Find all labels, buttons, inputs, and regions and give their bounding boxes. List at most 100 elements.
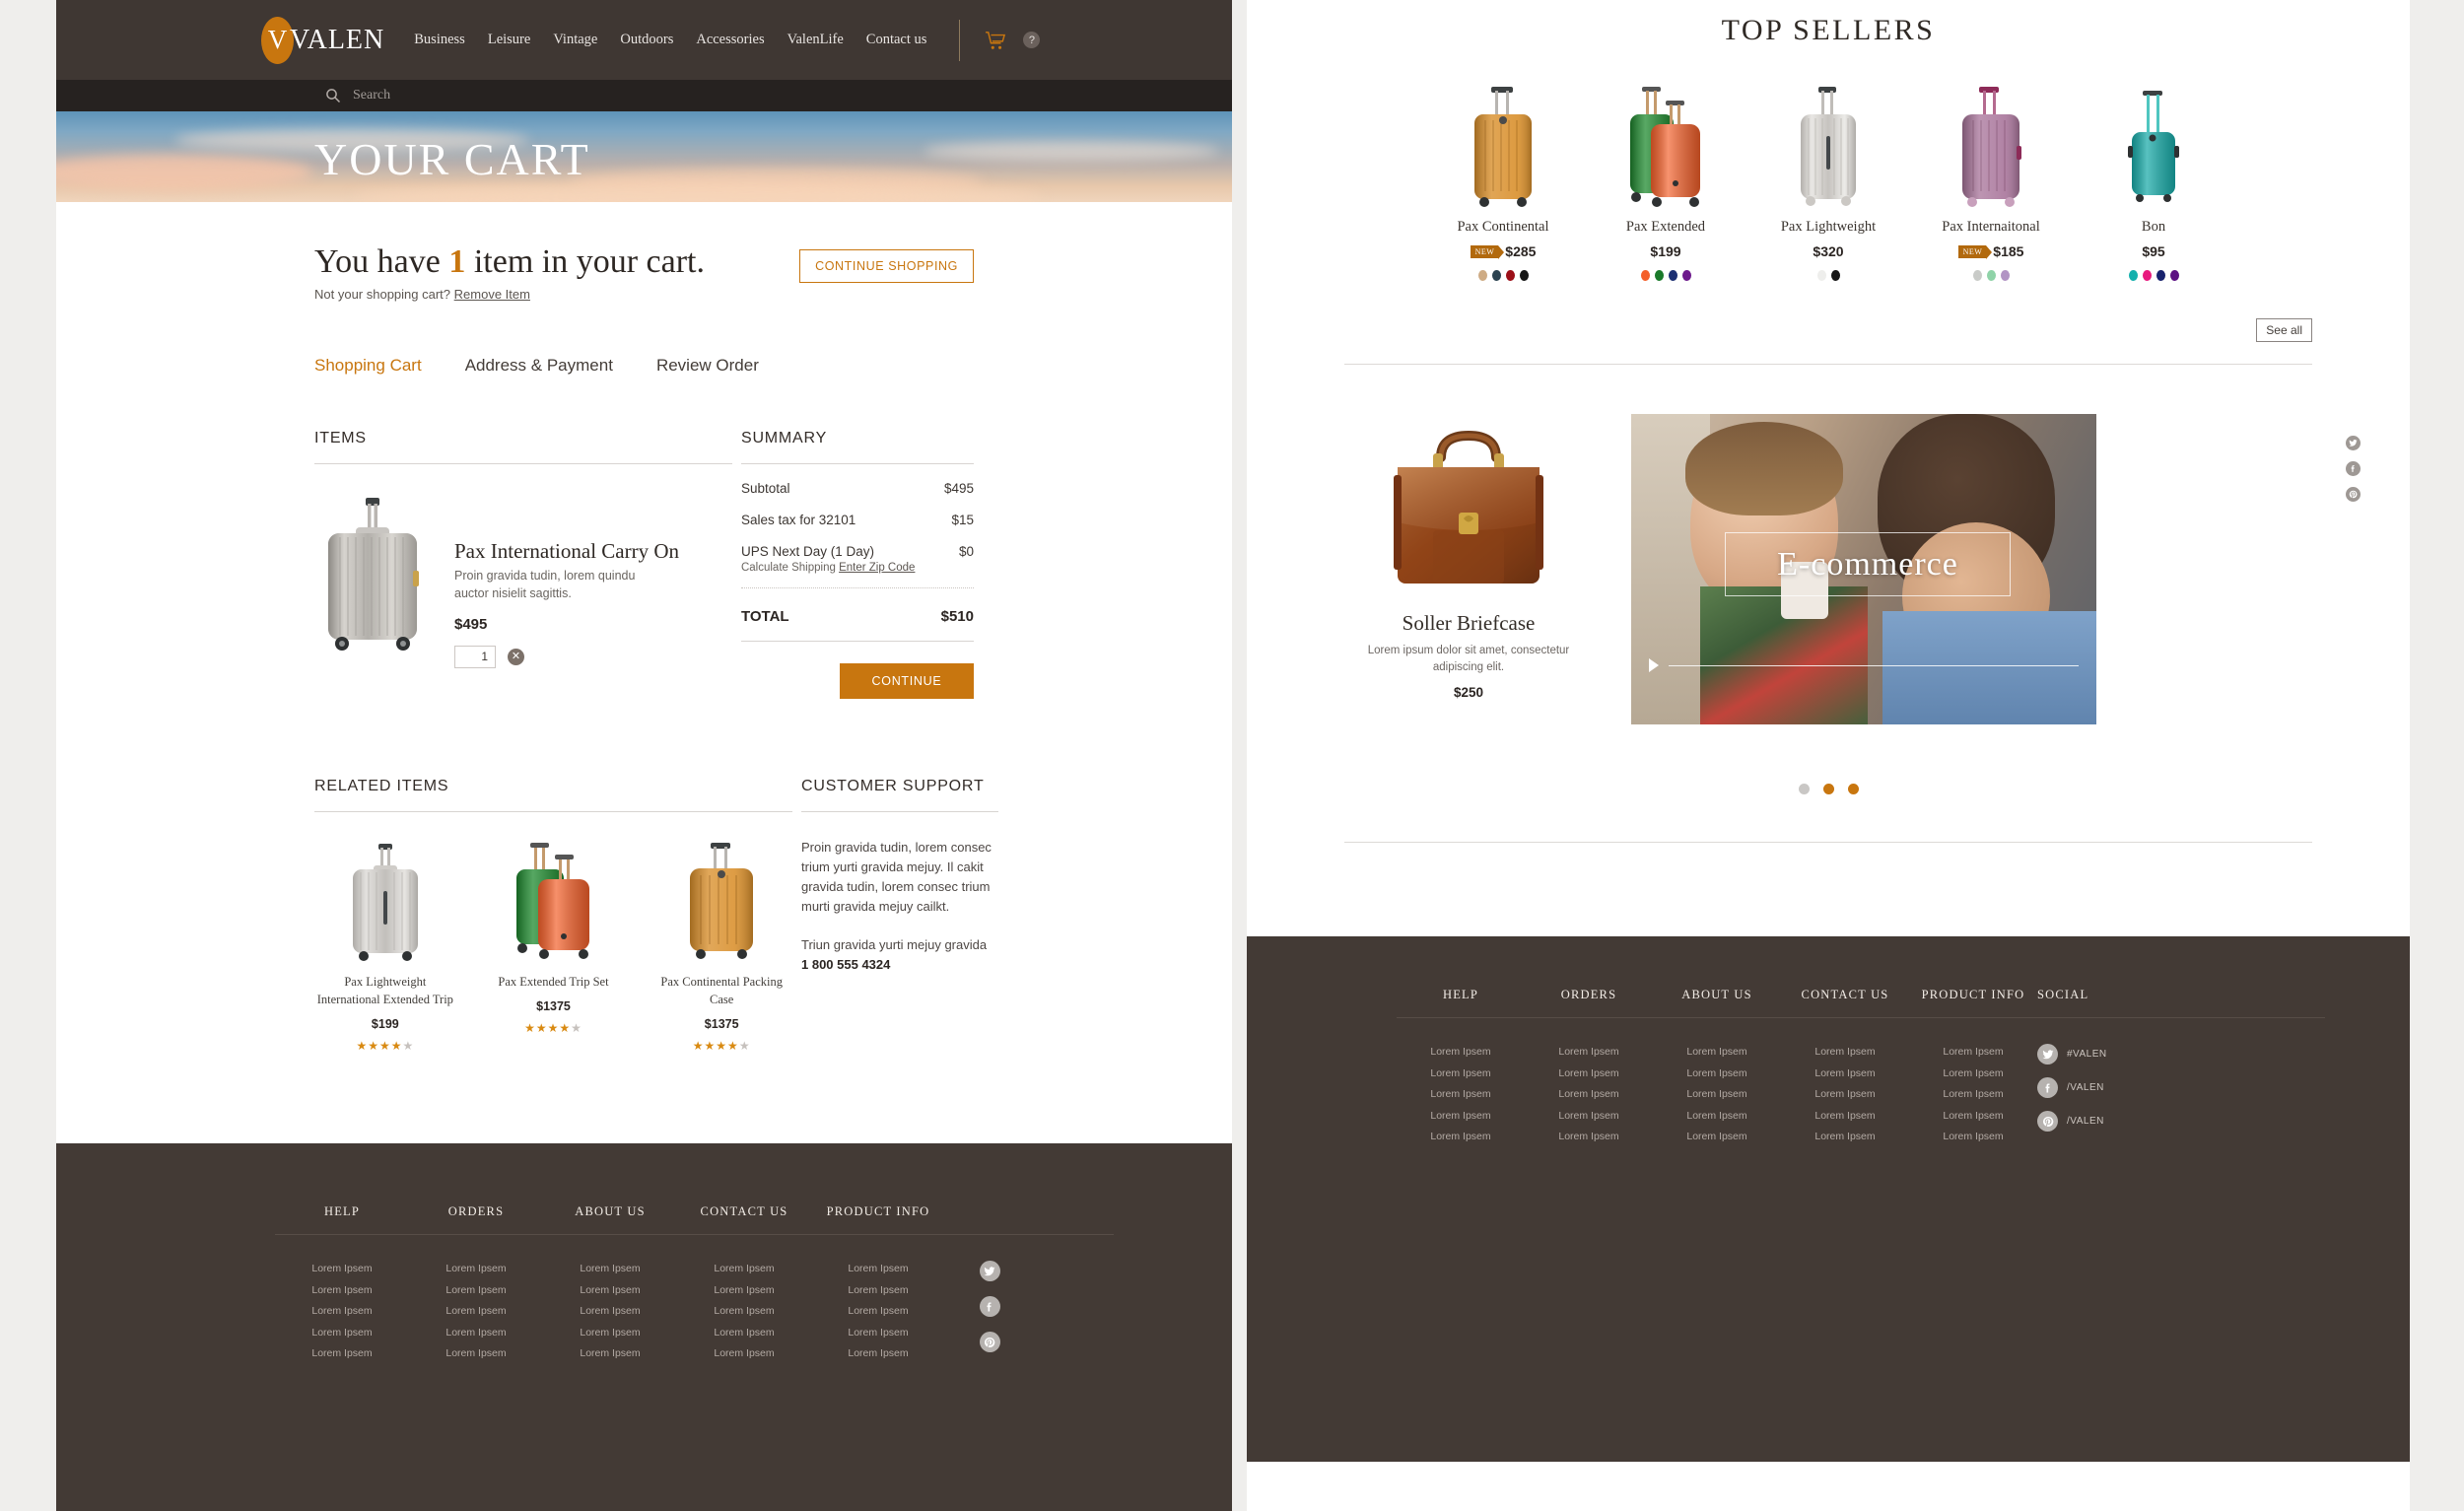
footer-link[interactable]: Lorem Ipsem — [409, 1263, 543, 1274]
remove-item-icon[interactable]: ✕ — [508, 648, 524, 665]
footer-link[interactable]: Lorem Ipsem — [1909, 1088, 2037, 1100]
color-swatch[interactable] — [1519, 270, 1529, 281]
enter-zip-code-link[interactable]: Enter Zip Code — [839, 562, 915, 574]
top-seller-card[interactable]: Bon $95 — [2073, 85, 2235, 281]
nav-item-business[interactable]: Business — [414, 32, 465, 48]
footer-link[interactable]: Lorem Ipsem — [1781, 1046, 1909, 1058]
pinterest-icon[interactable] — [979, 1332, 1000, 1353]
footer-link[interactable]: Lorem Ipsem — [1909, 1110, 2037, 1122]
related-item-card[interactable]: Pax Continental Packing Case $1375 ★★★★★ — [650, 842, 792, 1053]
footer-link[interactable]: Lorem Ipsem — [1397, 1088, 1525, 1100]
footer-link[interactable]: Lorem Ipsem — [1397, 1046, 1525, 1058]
twitter-icon[interactable] — [2346, 436, 2361, 450]
footer-link[interactable]: Lorem Ipsem — [1397, 1110, 1525, 1122]
footer-link[interactable]: Lorem Ipsem — [543, 1263, 677, 1274]
support-phone[interactable]: 1 800 555 4324 — [801, 957, 890, 972]
color-swatch[interactable] — [1654, 270, 1664, 281]
nav-item-valenlife[interactable]: ValenLife — [787, 32, 844, 48]
footer-link[interactable]: Lorem Ipsem — [1909, 1046, 2037, 1058]
tab-shopping-cart[interactable]: Shopping Cart — [314, 356, 422, 376]
footer-link[interactable]: Lorem Ipsem — [275, 1327, 409, 1339]
footer-link[interactable]: Lorem Ipsem — [409, 1347, 543, 1359]
footer-link[interactable]: Lorem Ipsem — [677, 1263, 811, 1274]
color-swatch[interactable] — [1505, 270, 1515, 281]
product-image-pax-international-carry-on[interactable] — [314, 494, 431, 668]
footer-link[interactable]: Lorem Ipsem — [1781, 1110, 1909, 1122]
color-swatch[interactable] — [1681, 270, 1691, 281]
remove-item-link[interactable]: Remove Item — [454, 287, 530, 302]
color-swatch[interactable] — [1972, 270, 1982, 281]
footer-link[interactable]: Lorem Ipsem — [275, 1305, 409, 1317]
continue-shopping-button[interactable]: CONTINUE SHOPPING — [799, 249, 974, 283]
footer-link[interactable]: Lorem Ipsem — [677, 1305, 811, 1317]
footer-link[interactable]: Lorem Ipsem — [543, 1327, 677, 1339]
footer-link[interactable]: Lorem Ipsem — [1781, 1131, 1909, 1142]
footer-link[interactable]: Lorem Ipsem — [811, 1305, 945, 1317]
footer-link[interactable]: Lorem Ipsem — [811, 1284, 945, 1296]
logo[interactable]: V VALEN — [261, 16, 384, 64]
top-seller-card[interactable]: Pax Internaitonal NEW $185 — [1910, 85, 2073, 281]
footer-link[interactable]: Lorem Ipsem — [677, 1284, 811, 1296]
footer-link[interactable]: Lorem Ipsem — [409, 1284, 543, 1296]
play-arrow-icon[interactable] — [1649, 658, 1659, 672]
promo-progress[interactable] — [1649, 658, 2079, 672]
top-seller-card[interactable]: Pax Lightweight $320 — [1747, 85, 1910, 281]
twitter-icon[interactable] — [2037, 1044, 2058, 1065]
footer-link[interactable]: Lorem Ipsem — [1525, 1046, 1653, 1058]
color-swatch[interactable] — [1986, 270, 1996, 281]
tab-review-order[interactable]: Review Order — [656, 356, 759, 376]
footer-link[interactable]: Lorem Ipsem — [275, 1284, 409, 1296]
top-seller-card[interactable]: Pax Extended $199 — [1585, 85, 1747, 281]
color-swatch[interactable] — [2128, 270, 2138, 281]
color-swatch[interactable] — [2169, 270, 2179, 281]
footer-link[interactable]: Lorem Ipsem — [1653, 1088, 1781, 1100]
tab-address-payment[interactable]: Address & Payment — [465, 356, 613, 376]
twitter-icon[interactable] — [979, 1261, 1000, 1282]
carousel-dot[interactable] — [1822, 784, 1834, 794]
top-seller-card[interactable]: Pax Continental NEW $285 — [1422, 85, 1585, 281]
facebook-icon[interactable] — [2037, 1077, 2058, 1098]
facebook-icon[interactable] — [2346, 461, 2361, 476]
footer-link[interactable]: Lorem Ipsem — [1653, 1046, 1781, 1058]
color-swatch[interactable] — [1668, 270, 1677, 281]
carousel-dot[interactable] — [1847, 784, 1859, 794]
nav-item-outdoors[interactable]: Outdoors — [620, 32, 673, 48]
social-row-twitter[interactable]: #VALEN — [2037, 1044, 2165, 1065]
nav-item-leisure[interactable]: Leisure — [488, 32, 530, 48]
footer-link[interactable]: Lorem Ipsem — [811, 1347, 945, 1359]
color-swatch[interactable] — [1491, 270, 1501, 281]
continue-button[interactable]: CONTINUE — [840, 663, 974, 699]
promo-product[interactable]: Soller Briefcase Lorem ipsum dolor sit a… — [1306, 414, 1631, 724]
footer-link[interactable]: Lorem Ipsem — [275, 1263, 409, 1274]
pinterest-icon[interactable] — [2346, 487, 2361, 502]
social-row-facebook[interactable]: /VALEN — [2037, 1077, 2165, 1098]
nav-item-accessories[interactable]: Accessories — [696, 32, 764, 48]
footer-link[interactable]: Lorem Ipsem — [409, 1305, 543, 1317]
footer-link[interactable]: Lorem Ipsem — [1525, 1131, 1653, 1142]
help-question-icon[interactable]: ? — [1023, 32, 1041, 48]
see-all-button[interactable]: See all — [2256, 318, 2312, 342]
footer-link[interactable]: Lorem Ipsem — [1525, 1088, 1653, 1100]
nav-item-contact-us[interactable]: Contact us — [866, 32, 927, 48]
promo-banner-image[interactable]: E-commerce — [1631, 414, 2096, 724]
nav-item-vintage[interactable]: Vintage — [553, 32, 597, 48]
footer-link[interactable]: Lorem Ipsem — [1909, 1131, 2037, 1142]
color-swatch[interactable] — [2156, 270, 2165, 281]
footer-link[interactable]: Lorem Ipsem — [1653, 1131, 1781, 1142]
search-bar[interactable]: Search — [56, 80, 1232, 111]
footer-link[interactable]: Lorem Ipsem — [1653, 1067, 1781, 1079]
related-item-card[interactable]: Pax Lightweight International Extended T… — [314, 842, 456, 1053]
carousel-dot[interactable] — [1798, 784, 1810, 794]
color-swatch[interactable] — [1830, 270, 1840, 281]
footer-link[interactable]: Lorem Ipsem — [1525, 1067, 1653, 1079]
footer-link[interactable]: Lorem Ipsem — [543, 1347, 677, 1359]
footer-link[interactable]: Lorem Ipsem — [275, 1347, 409, 1359]
facebook-icon[interactable] — [979, 1296, 1000, 1318]
related-item-card[interactable]: Pax Extended Trip Set $1375 ★★★★★ — [483, 842, 625, 1053]
footer-link[interactable]: Lorem Ipsem — [543, 1305, 677, 1317]
color-swatch[interactable] — [2142, 270, 2152, 281]
social-row-pinterest[interactable]: /VALEN — [2037, 1111, 2165, 1132]
progress-bar[interactable] — [1669, 664, 2079, 666]
footer-link[interactable]: Lorem Ipsem — [811, 1263, 945, 1274]
footer-link[interactable]: Lorem Ipsem — [1781, 1088, 1909, 1100]
